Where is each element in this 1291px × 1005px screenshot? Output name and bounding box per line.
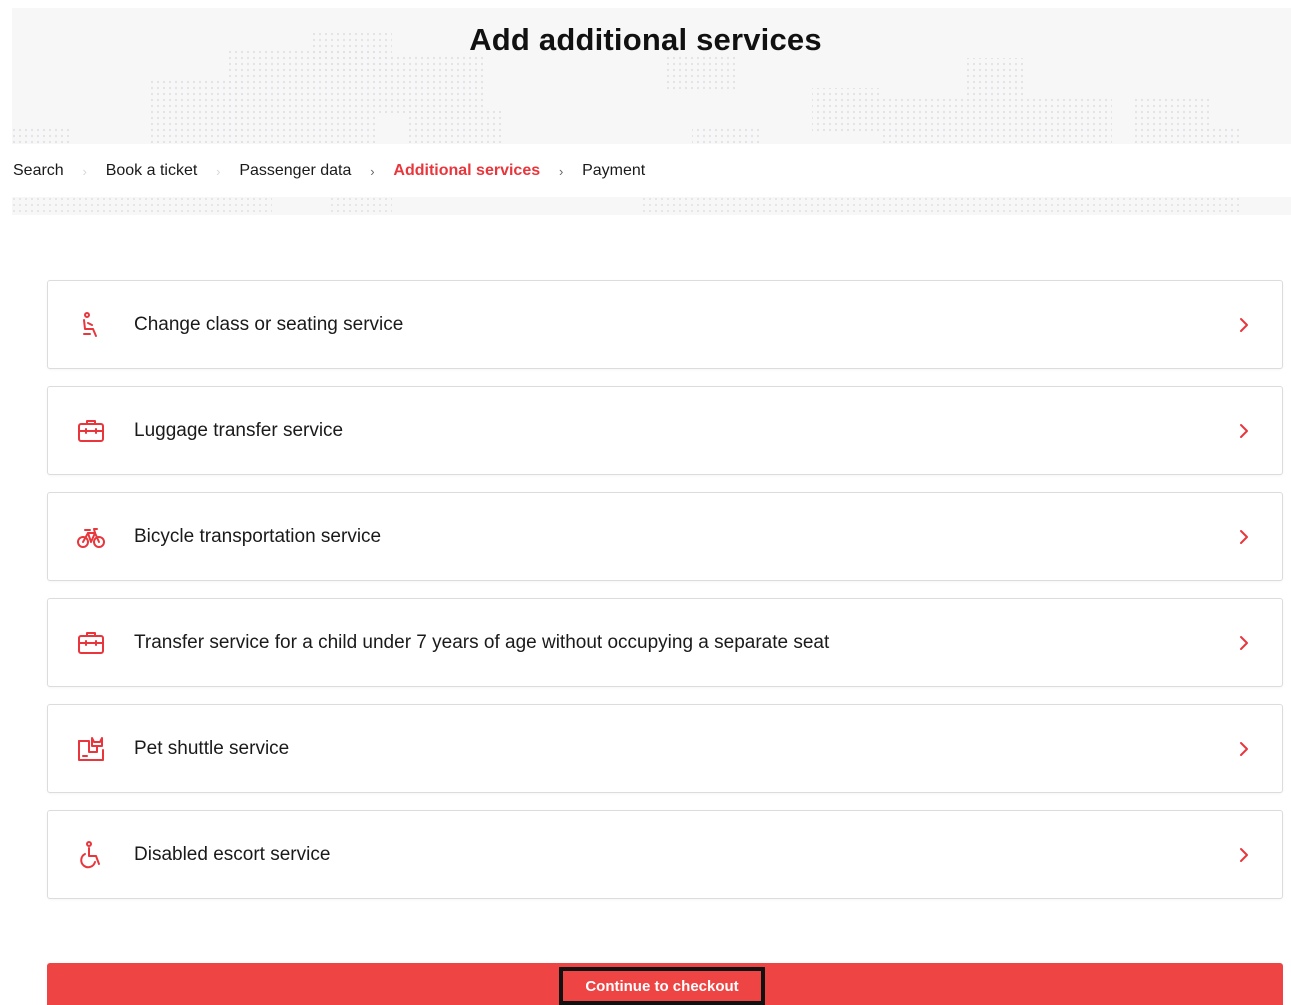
chevron-right-icon	[1234, 315, 1254, 335]
breadcrumb-search[interactable]: Search	[13, 162, 64, 180]
service-luggage-transfer[interactable]: Luggage transfer service	[47, 386, 1283, 475]
breadcrumb-separator: ›	[216, 163, 221, 179]
service-label: Change class or seating service	[134, 313, 404, 335]
breadcrumb-separator: ›	[82, 163, 87, 179]
wheelchair-icon	[76, 840, 106, 870]
service-label: Disabled escort service	[134, 843, 331, 865]
service-label: Luggage transfer service	[134, 419, 344, 441]
chevron-right-icon	[1234, 845, 1254, 865]
service-label: Pet shuttle service	[134, 737, 290, 759]
services-list: Change class or seating service Luggage …	[47, 280, 1283, 916]
breadcrumb: Search › Book a ticket › Passenger data …	[13, 160, 645, 182]
breadcrumb-separator: ›	[558, 163, 564, 179]
service-label: Transfer service for a child under 7 yea…	[134, 631, 830, 653]
page-title: Add additional services	[469, 22, 822, 57]
seat-icon	[76, 310, 106, 340]
breadcrumb-passenger-data[interactable]: Passenger data	[239, 162, 351, 180]
luggage-icon	[76, 416, 106, 446]
checkout-bar[interactable]: Continue to checkout	[47, 963, 1283, 1005]
breadcrumb-additional-services: Additional services	[393, 162, 541, 179]
chevron-right-icon	[1234, 527, 1254, 547]
service-disabled-escort[interactable]: Disabled escort service	[47, 810, 1283, 899]
breadcrumb-payment: Payment	[582, 162, 646, 179]
chevron-right-icon	[1234, 739, 1254, 759]
service-bicycle-transportation[interactable]: Bicycle transportation service	[47, 492, 1283, 581]
service-pet-shuttle[interactable]: Pet shuttle service	[47, 704, 1283, 793]
luggage-icon	[76, 628, 106, 658]
breadcrumb-book-ticket[interactable]: Book a ticket	[106, 162, 198, 180]
service-change-class[interactable]: Change class or seating service	[47, 280, 1283, 369]
service-child-transfer[interactable]: Transfer service for a child under 7 yea…	[47, 598, 1283, 687]
chevron-right-icon	[1234, 633, 1254, 653]
pet-icon	[76, 734, 106, 764]
continue-to-checkout-button[interactable]: Continue to checkout	[559, 967, 765, 1005]
bicycle-icon	[76, 522, 106, 552]
dotted-divider	[12, 197, 1291, 215]
service-label: Bicycle transportation service	[134, 525, 382, 547]
breadcrumb-separator: ›	[370, 163, 375, 179]
chevron-right-icon	[1234, 421, 1254, 441]
